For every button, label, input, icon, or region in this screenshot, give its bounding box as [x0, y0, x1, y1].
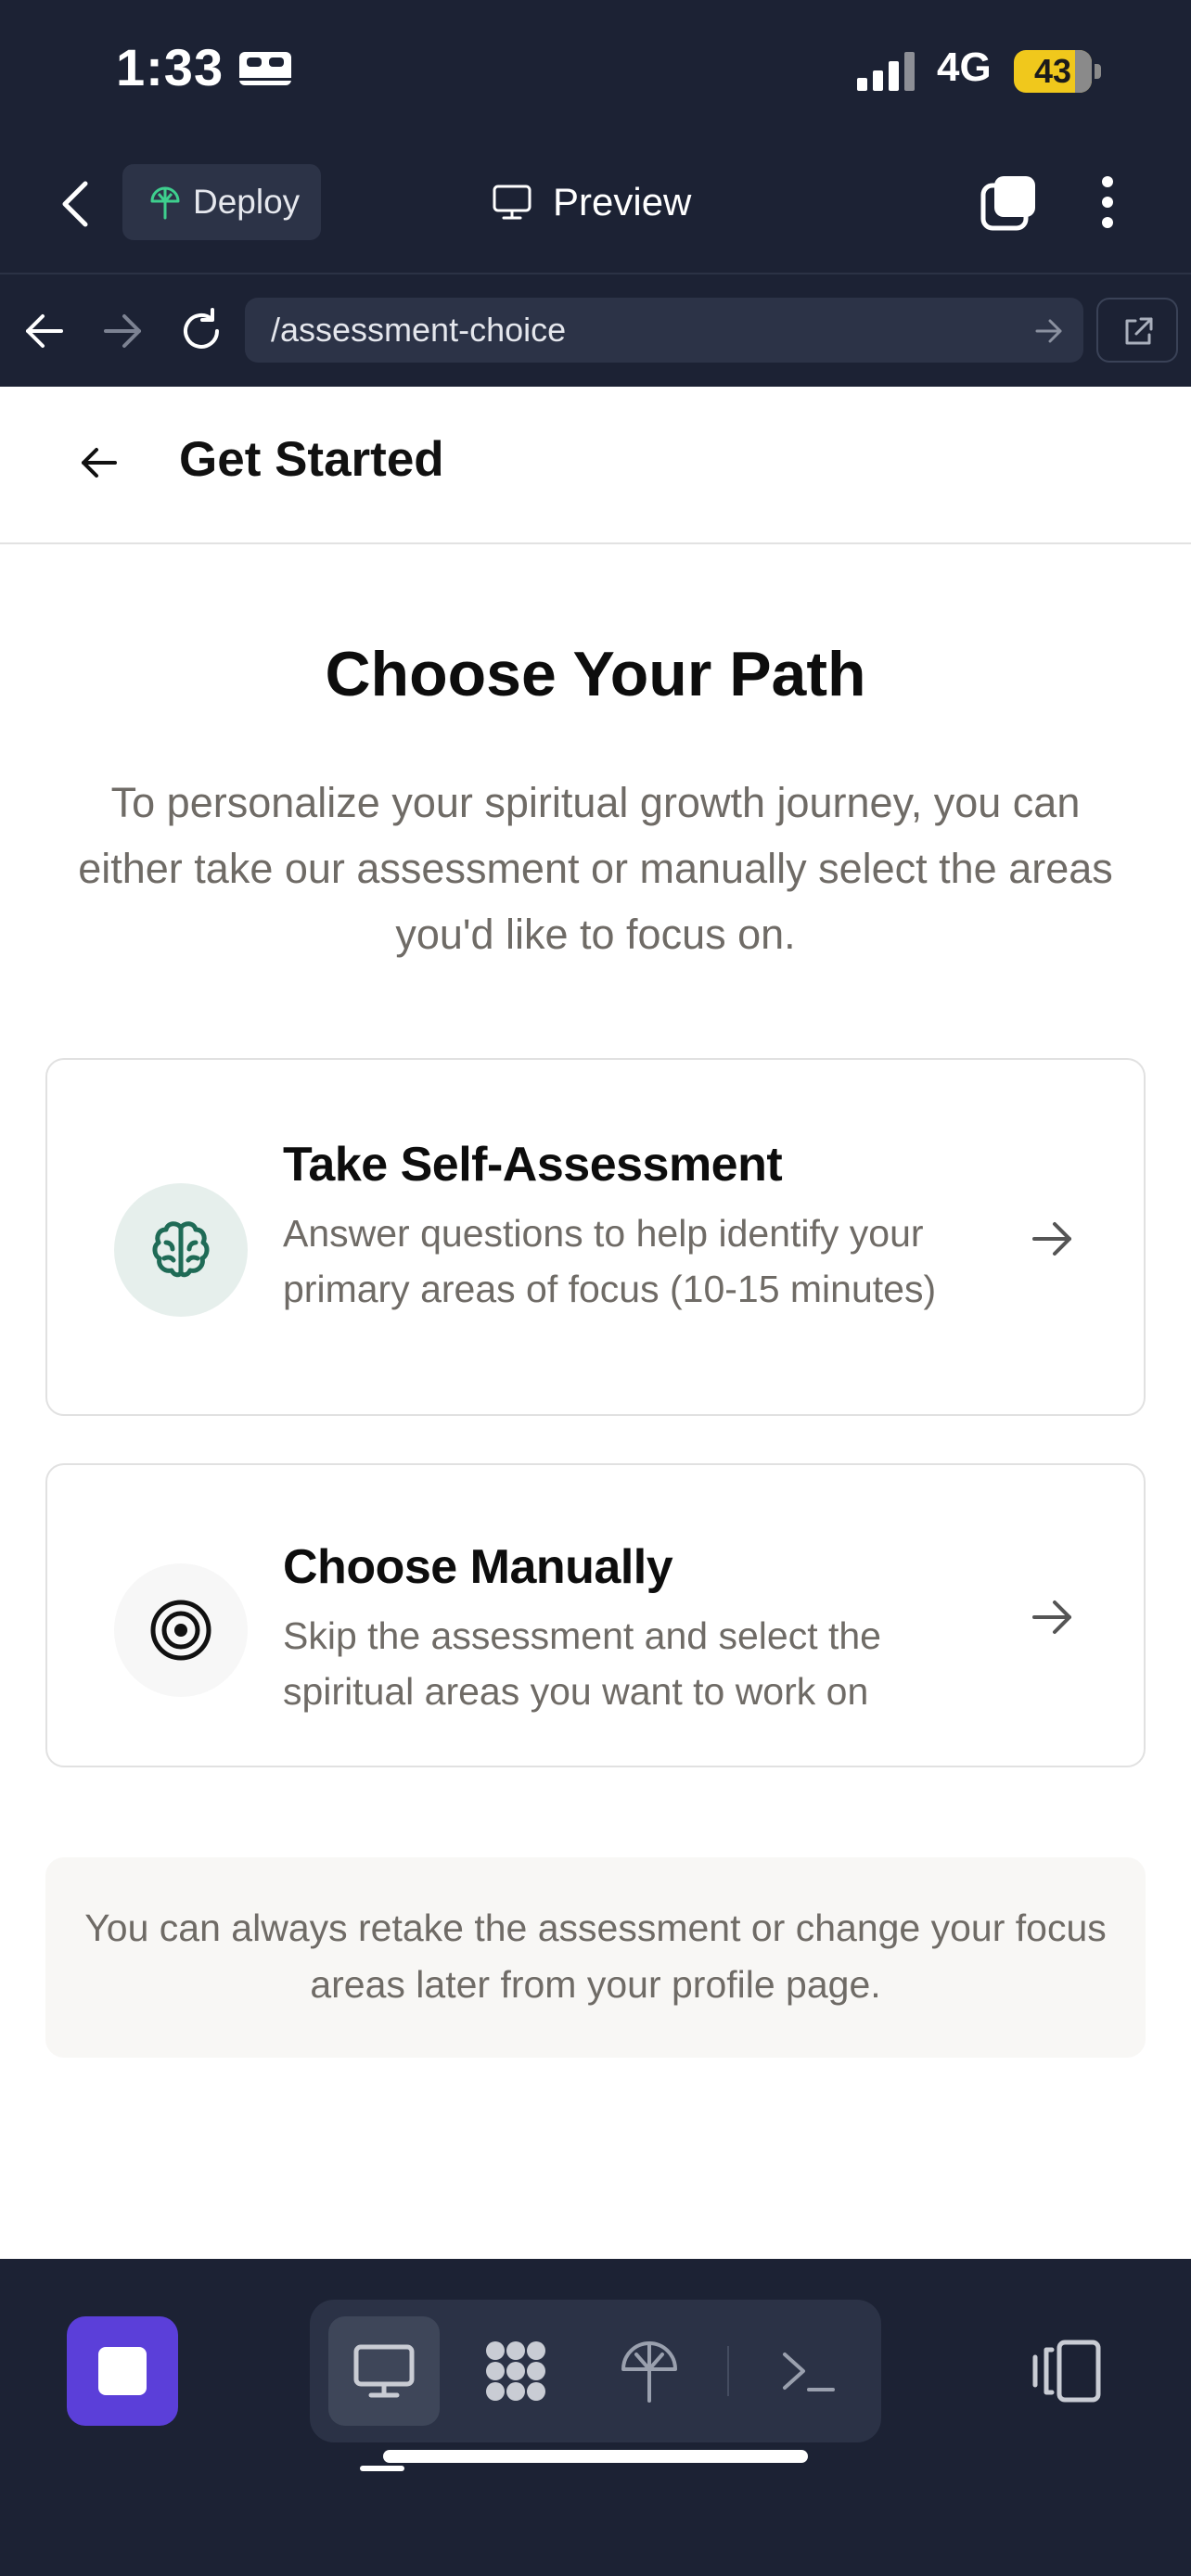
open-external-icon — [1125, 317, 1153, 345]
card-icon-badge — [114, 1563, 248, 1697]
tabs-icon[interactable] — [980, 172, 1039, 232]
preview-label: Preview — [553, 180, 692, 223]
open-external-button[interactable] — [1096, 298, 1178, 363]
intro-text: To personalize your spiritual growth jou… — [78, 779, 1113, 958]
stop-button[interactable] — [67, 2316, 178, 2426]
note-text: You can always retake the assessment or … — [84, 1906, 1107, 2006]
status-bar: 1:33 4G 43 — [0, 0, 1191, 139]
grid-dots-icon — [486, 2341, 545, 2401]
active-tab-indicator — [360, 2466, 404, 2471]
signal-icon — [857, 52, 915, 91]
url-field[interactable]: /assessment-choice — [245, 298, 1083, 363]
brain-icon — [152, 1221, 210, 1278]
card-description: Answer questions to help identify your p… — [283, 1212, 937, 1310]
page-back-arrow-icon[interactable] — [78, 444, 121, 481]
arrow-right-icon[interactable] — [102, 312, 143, 350]
desktop-preview-button[interactable] — [328, 2316, 440, 2426]
go-arrow-icon[interactable] — [1035, 318, 1063, 344]
terminal-icon — [783, 2353, 835, 2391]
deploy-icon — [621, 2341, 677, 2403]
arrow-right-icon — [1032, 1222, 1071, 1256]
network-label: 4G — [937, 45, 992, 90]
arrow-left-icon[interactable] — [24, 312, 65, 350]
page-title: Get Started — [179, 432, 444, 487]
target-icon — [150, 1600, 211, 1661]
more-vertical-icon[interactable] — [1095, 172, 1121, 232]
deploy-button[interactable]: Deploy — [122, 164, 321, 240]
bed-icon — [239, 52, 291, 85]
card-title: Take Self-Assessment — [283, 1138, 783, 1192]
workspace-button[interactable] — [460, 2316, 571, 2426]
info-note: You can always retake the assessment or … — [45, 1857, 1146, 2058]
card-title: Choose Manually — [283, 1540, 673, 1594]
arrow-right-icon — [1032, 1600, 1071, 1634]
stop-icon — [98, 2347, 147, 2395]
self-assessment-card[interactable]: Take Self-Assessment Answer questions to… — [45, 1058, 1146, 1416]
choose-manually-card[interactable]: Choose Manually Skip the assessment and … — [45, 1463, 1146, 1767]
deploy-icon — [150, 186, 180, 220]
url-text: /assessment-choice — [271, 311, 567, 349]
page-header: Get Started — [0, 387, 1191, 544]
monitor-icon — [493, 185, 531, 220]
shell-button[interactable] — [753, 2316, 864, 2426]
main-heading: Choose Your Path — [325, 639, 866, 709]
card-icon-badge — [114, 1183, 248, 1317]
status-time: 1:33 — [116, 38, 224, 96]
desktop-preview-icon — [353, 2344, 415, 2398]
battery-level: 43 — [1033, 52, 1072, 90]
deploy-label: Deploy — [193, 183, 301, 221]
deploy-tool-button[interactable] — [594, 2316, 705, 2426]
tool-switcher — [310, 2300, 881, 2442]
card-description: Skip the assessment and select the spiri… — [283, 1614, 881, 1713]
preview-tab[interactable]: Preview — [492, 176, 691, 228]
devices-icon[interactable] — [1031, 2339, 1102, 2404]
back-chevron-icon[interactable] — [58, 178, 95, 230]
reload-icon[interactable] — [178, 308, 224, 354]
home-indicator[interactable] — [383, 2450, 808, 2463]
battery-icon: 43 — [1014, 50, 1103, 93]
toolbar-divider — [727, 2346, 729, 2396]
